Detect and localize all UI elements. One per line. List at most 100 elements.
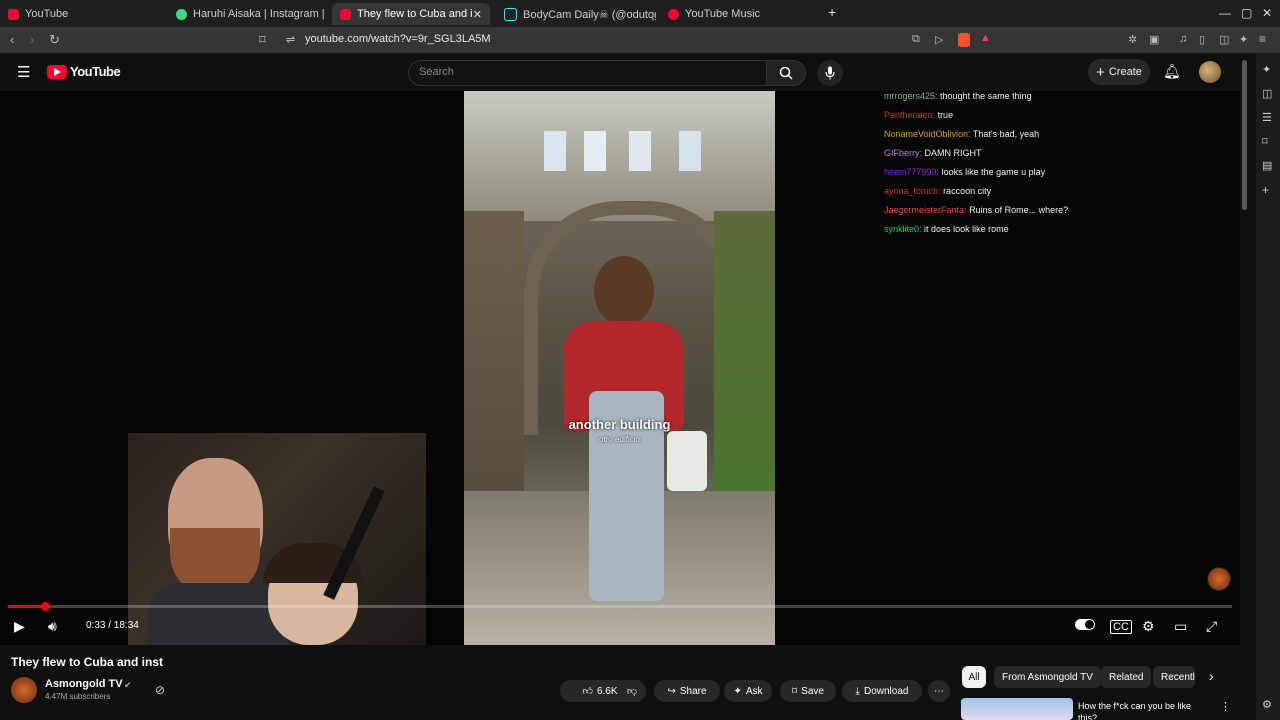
download-icon: ⤓ [855,685,860,697]
chip-related[interactable]: Related [1101,666,1152,688]
chat-line: mrrogers425: thought the same thing [884,91,1032,101]
screenshot-icon[interactable]: ▣ [1149,33,1159,46]
share-button[interactable]: ↪ Share [654,680,720,702]
ask-label: Ask [745,685,763,697]
volume-icon[interactable]: 🔊︎ [48,618,57,635]
minimize-icon[interactable]: — [1219,6,1231,20]
channel-name[interactable]: Asmongold TV [45,678,123,690]
tab-title: BodyCam Daily☠ (@odutqgp71 [523,8,656,21]
tab-youtube[interactable]: YouTube [0,3,165,25]
ask-button[interactable]: ✦ Ask [724,680,772,702]
verified-badge-icon: ✔ [124,680,132,690]
brave-shield-icon[interactable] [958,33,970,47]
browser-toolbar: ‹ › ↻ ⌑ ⇌ youtube.com/watch?v=9r_SGL3LA5… [0,27,1280,53]
recommendation-title[interactable]: How the f*ck can you be like this? [1078,700,1196,720]
voice-search-button[interactable] [817,60,843,86]
bookmark-icon[interactable]: ⌑ [259,32,266,48]
sidebar-settings-icon[interactable]: ⚙ [1262,698,1272,711]
site-info-icon[interactable]: ⇌ [286,33,295,46]
tab-tiktok[interactable]: BodyCam Daily☠ (@odutqgp71 [496,3,656,25]
save-button[interactable]: ⌑ Save [780,680,836,702]
url-field[interactable]: youtube.com/watch?v=9r_SGL3LA5M [305,33,491,45]
download-button[interactable]: ⤓ Download [842,680,922,702]
youtube-logo-text: YouTube [70,64,121,79]
sidebar-toggle-icon[interactable]: ▯ [1199,33,1205,46]
captions-button[interactable]: CC [1110,620,1132,634]
chip-all[interactable]: All [962,666,986,688]
rewards-icon[interactable]: ▲ [980,32,991,44]
webcam-overlay [128,433,426,645]
chip-from-channel[interactable]: From Asmongold TV [994,666,1101,688]
new-tab-button[interactable]: + [828,4,836,20]
search-input[interactable]: Search [408,60,768,86]
notifications-bell-icon[interactable]: 🔔︎ [1163,63,1181,80]
sidebar-add-icon[interactable]: + [1262,183,1269,197]
close-tab-icon[interactable]: ✕ [473,8,482,21]
maximize-icon[interactable]: ▢ [1241,6,1252,20]
video-player[interactable]: another building otro edificio mrrogers4… [0,91,1240,645]
browser-tab-bar: YouTube Haruhi Aisaka | Instagram | Lin … [0,0,1280,27]
channel-watermark[interactable] [1207,567,1231,591]
create-button[interactable]: + Create [1088,59,1150,85]
fullscreen-icon[interactable]: ⤢ [1206,618,1217,635]
tiktok-favicon-icon [504,7,517,21]
avatar[interactable] [1199,61,1221,83]
time-display: 0:33 / 18:34 [86,620,139,631]
subscriber-count: 4.47M subscribers [45,692,111,701]
open-external-icon[interactable]: ⧉ [912,33,920,46]
close-window-icon[interactable]: ✕ [1262,6,1272,20]
chevron-right-icon[interactable]: › [1209,668,1214,684]
search-button[interactable] [766,60,806,86]
tab-instagram[interactable]: Haruhi Aisaka | Instagram | Lin [168,3,328,25]
recommendation-more-icon[interactable]: ⋮ [1220,700,1231,713]
autoplay-toggle[interactable] [1075,619,1095,630]
more-actions-button[interactable]: ⋯ [928,680,950,702]
video-caption: another building [568,417,671,432]
page-scrollbar[interactable] [1242,60,1247,210]
tab-title: They flew to Cuba and insta [357,8,472,20]
chip-recently[interactable]: Recentl [1153,666,1195,688]
channel-avatar[interactable] [11,677,37,703]
play-button[interactable]: ▶ [14,618,25,635]
plus-icon: + [1096,63,1105,81]
video-caption-subtitle: otro edificio [599,435,640,444]
progress-scrubber[interactable] [40,602,50,611]
sparkle-icon: ✦ [733,685,742,697]
chat-line: GIFberry: DAMN RIGHT [884,148,982,158]
sidebar-reading-list-icon[interactable]: ☰ [1262,111,1272,124]
settings-gear-icon[interactable]: ⚙ [1142,618,1155,635]
like-count: 6.6K [596,685,618,697]
share-icon: ↪ [667,685,676,697]
back-icon[interactable]: ‹ [10,32,14,47]
subscribe-notification-icon[interactable]: ⊘ [155,683,165,697]
progress-bar[interactable] [8,605,1232,608]
tab-title: YouTube [25,8,69,20]
youtube-logo[interactable]: YouTube [47,64,121,79]
reload-icon[interactable]: ↻ [49,32,60,48]
linktree-favicon-icon [176,8,187,20]
leo-ai-icon[interactable]: ✦ [1239,33,1248,46]
progress-fill [8,605,45,608]
media-icon[interactable]: ♫ [1179,33,1187,45]
extensions-icon[interactable]: ✲ [1128,33,1137,46]
chat-line: synklite0: it does look like rome [884,224,1009,234]
tab-youtube-music[interactable]: YouTube Music [660,3,820,25]
hamburger-menu-icon[interactable]: ☰ [17,63,30,81]
search-icon [779,66,793,80]
video-frame[interactable]: another building otro edificio [464,91,775,645]
save-label: Save [801,685,824,697]
dislike-button[interactable]: 👎︎ [618,680,646,702]
chat-line: heem777999: looks like the game u play [884,167,1046,177]
wallet-icon[interactable]: ◫ [1219,33,1229,46]
sidebar-leo-icon[interactable]: ✦ [1262,63,1271,76]
chat-line: NonameVoidOblivion: That's bad, yeah [884,129,1040,139]
tab-active-video[interactable]: They flew to Cuba and insta ✕ [332,3,490,25]
menu-icon[interactable]: ≡ [1259,32,1266,46]
sidebar-bookmarks-icon[interactable]: ⌑ [1262,135,1268,148]
recommendation-thumbnail[interactable] [961,698,1073,720]
forward-icon[interactable]: › [30,32,34,47]
send-icon[interactable]: ▷ [935,33,943,46]
theater-mode-icon[interactable]: ▭ [1174,618,1187,635]
sidebar-history-icon[interactable]: ▤ [1262,159,1272,172]
sidebar-wallet-icon[interactable]: ◫ [1262,87,1272,100]
